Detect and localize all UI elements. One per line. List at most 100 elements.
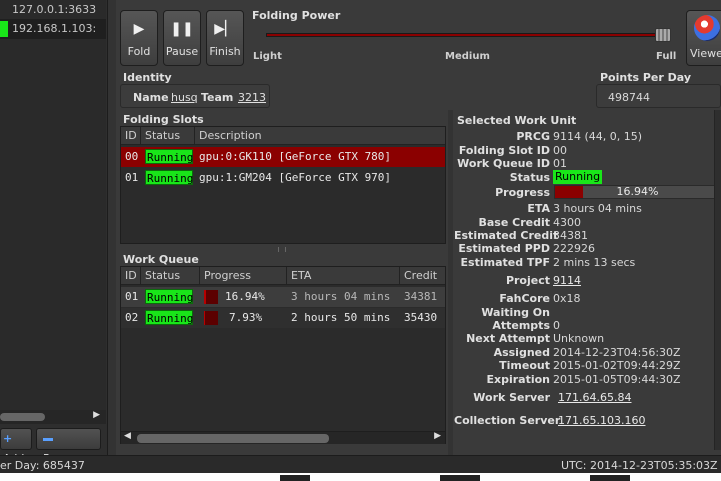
power-full-label: Full xyxy=(656,51,677,62)
estimated-tpf-value: 2 mins 13 secs xyxy=(553,256,636,269)
next-attempt-value: Unknown xyxy=(553,332,605,345)
work-queue-title: Work Queue xyxy=(123,253,199,266)
folding-power-slider-handle[interactable] xyxy=(655,28,671,42)
panel-splitter[interactable] xyxy=(108,0,116,455)
table-row[interactable]: 00 Running gpu:0:GK110 [GeForce GTX 780] xyxy=(121,147,445,167)
team-number[interactable]: 3213 xyxy=(238,91,266,104)
column-header[interactable]: Status xyxy=(145,129,180,142)
eta-label: ETA xyxy=(527,202,550,215)
expiration-label: Expiration xyxy=(486,373,550,386)
collection-server-link[interactable]: 171.65.103.160 xyxy=(558,414,645,427)
client-status-indicator xyxy=(0,21,8,37)
eta-value: 3 hours 04 mins xyxy=(553,202,642,215)
work-queue-table: ID Status Progress ETA Credit 01 Running… xyxy=(120,266,446,444)
work-queue-section: Work Queue ID Status Progress ETA Credit… xyxy=(118,252,448,446)
column-header[interactable]: ID xyxy=(125,269,137,282)
finish-button[interactable]: ▶▏ Finish xyxy=(206,10,244,66)
remove-client-button[interactable]: Remove xyxy=(36,428,101,465)
add-client-button[interactable]: + Add xyxy=(0,428,32,465)
progress-bar: 16.94% xyxy=(554,185,721,199)
status-badge: Running xyxy=(145,289,194,304)
work-unit-scrollbar[interactable] xyxy=(714,110,721,450)
progress-text: 16.94% xyxy=(225,290,265,303)
waiting-on-label: Waiting On xyxy=(481,306,550,319)
status-badge: Running xyxy=(145,310,194,325)
timeout-label: Timeout xyxy=(499,359,550,372)
fold-button[interactable]: ▶ Fold xyxy=(120,10,158,66)
client-address: 192.168.1.103: xyxy=(12,22,97,35)
queue-id-value: 01 xyxy=(553,157,567,170)
status-badge: Running xyxy=(145,149,194,164)
progress-text: 16.94% xyxy=(616,185,659,198)
prcg-label: PRCG xyxy=(516,130,550,143)
name-label: Name xyxy=(133,91,169,104)
client-status-indicator xyxy=(0,2,8,18)
progress-bar xyxy=(204,311,218,325)
work-queue-scrollbar[interactable]: ◀ ▶ xyxy=(121,431,445,444)
client-list-scrollbar[interactable]: ▶ xyxy=(0,410,106,424)
project-link[interactable]: 9114 xyxy=(553,274,581,287)
estimated-credit-label: Estimated Credit xyxy=(454,229,559,242)
credit-text: 35430 xyxy=(404,311,438,324)
scroll-right-arrow-icon[interactable]: ▶ xyxy=(434,431,441,441)
scrollbar-thumb[interactable] xyxy=(0,413,45,421)
work-unit-title: Selected Work Unit xyxy=(457,114,577,127)
identity-title: Identity xyxy=(123,71,172,84)
column-header[interactable]: Credit xyxy=(404,269,437,282)
prcg-value: 9114 (44, 0, 15) xyxy=(553,130,643,143)
attempts-value: 0 xyxy=(553,319,560,332)
viewer-button[interactable]: Viewe xyxy=(686,10,721,66)
table-header: ID Status Progress ETA Credit xyxy=(121,267,445,285)
estimated-ppd-label: Estimated PPD xyxy=(458,242,550,255)
column-header[interactable]: ID xyxy=(125,129,137,142)
progress-fill xyxy=(204,290,207,304)
folding-power-slider-track[interactable] xyxy=(266,33,671,37)
protein-viewer-icon xyxy=(694,15,720,41)
queue-id: 02 xyxy=(125,311,139,324)
credit-text: 34381 xyxy=(404,290,438,303)
play-icon: ▶ xyxy=(133,21,145,37)
splitter[interactable] xyxy=(448,110,453,455)
table-row[interactable]: 01 Running gpu:1:GM204 [GeForce GTX 970] xyxy=(121,168,445,188)
work-server-link[interactable]: 171.64.65.84 xyxy=(558,391,631,404)
client-row[interactable]: 127.0.0.1:3633 xyxy=(0,0,106,20)
slot-id-value: 00 xyxy=(553,144,567,157)
points-per-day-section: Points Per Day 498744 xyxy=(596,70,721,108)
queue-id: 01 xyxy=(125,290,139,303)
queue-id-label: Work Queue ID xyxy=(457,157,550,170)
client-row[interactable]: 192.168.1.103: xyxy=(0,19,106,39)
timeout-value: 2015-01-02T09:44:29Z xyxy=(553,359,681,372)
work-server-label: Work Server xyxy=(473,391,550,404)
table-row[interactable]: 01 Running 16.94% 3 hours 04 mins 34381 xyxy=(121,287,445,307)
table-row[interactable]: 02 Running 7.93% 2 hours 50 mins 35430 xyxy=(121,308,445,328)
bottom-strip xyxy=(0,473,721,481)
expiration-value: 2015-01-05T09:44:30Z xyxy=(553,373,681,386)
collection-server-label: Collection Server xyxy=(454,414,561,427)
pause-label: Pause xyxy=(165,45,199,58)
folding-slots-table: ID Status Description 00 Running gpu:0:G… xyxy=(120,126,446,244)
slot-description: gpu:1:GM204 [GeForce GTX 970] xyxy=(199,171,392,184)
user-name[interactable]: husq xyxy=(171,91,198,104)
scroll-left-arrow-icon[interactable]: ◀ xyxy=(124,431,131,441)
power-medium-label: Medium xyxy=(445,51,490,62)
client-panel: 127.0.0.1:3633 192.168.1.103: ▶ + Add Re… xyxy=(0,0,108,465)
estimated-tpf-label: Estimated TPF xyxy=(460,256,550,269)
scroll-right-arrow-icon[interactable]: ▶ xyxy=(93,410,100,420)
attempts-label: Attempts xyxy=(492,319,550,332)
eta-text: 3 hours 04 mins xyxy=(291,290,391,303)
progress-bar xyxy=(204,290,218,304)
column-header[interactable]: Status xyxy=(145,269,180,282)
assigned-label: Assigned xyxy=(493,346,550,359)
column-header[interactable]: ETA xyxy=(291,269,311,282)
base-credit-label: Base Credit xyxy=(478,216,550,229)
pause-button[interactable]: ❚❚ Pause xyxy=(163,10,201,66)
column-header[interactable]: Progress xyxy=(204,269,251,282)
scrollbar-thumb[interactable] xyxy=(137,434,329,443)
status-badge: Running xyxy=(553,170,603,184)
client-list: 127.0.0.1:3633 192.168.1.103: xyxy=(0,0,106,410)
estimated-ppd-value: 222926 xyxy=(553,242,595,255)
folding-power-title: Folding Power xyxy=(252,9,341,22)
column-header[interactable]: Description xyxy=(199,129,262,142)
folding-slots-section: Folding Slots ID Status Description 00 R… xyxy=(118,112,448,246)
identity-section: Identity Name husq Team 3213 xyxy=(118,70,270,108)
